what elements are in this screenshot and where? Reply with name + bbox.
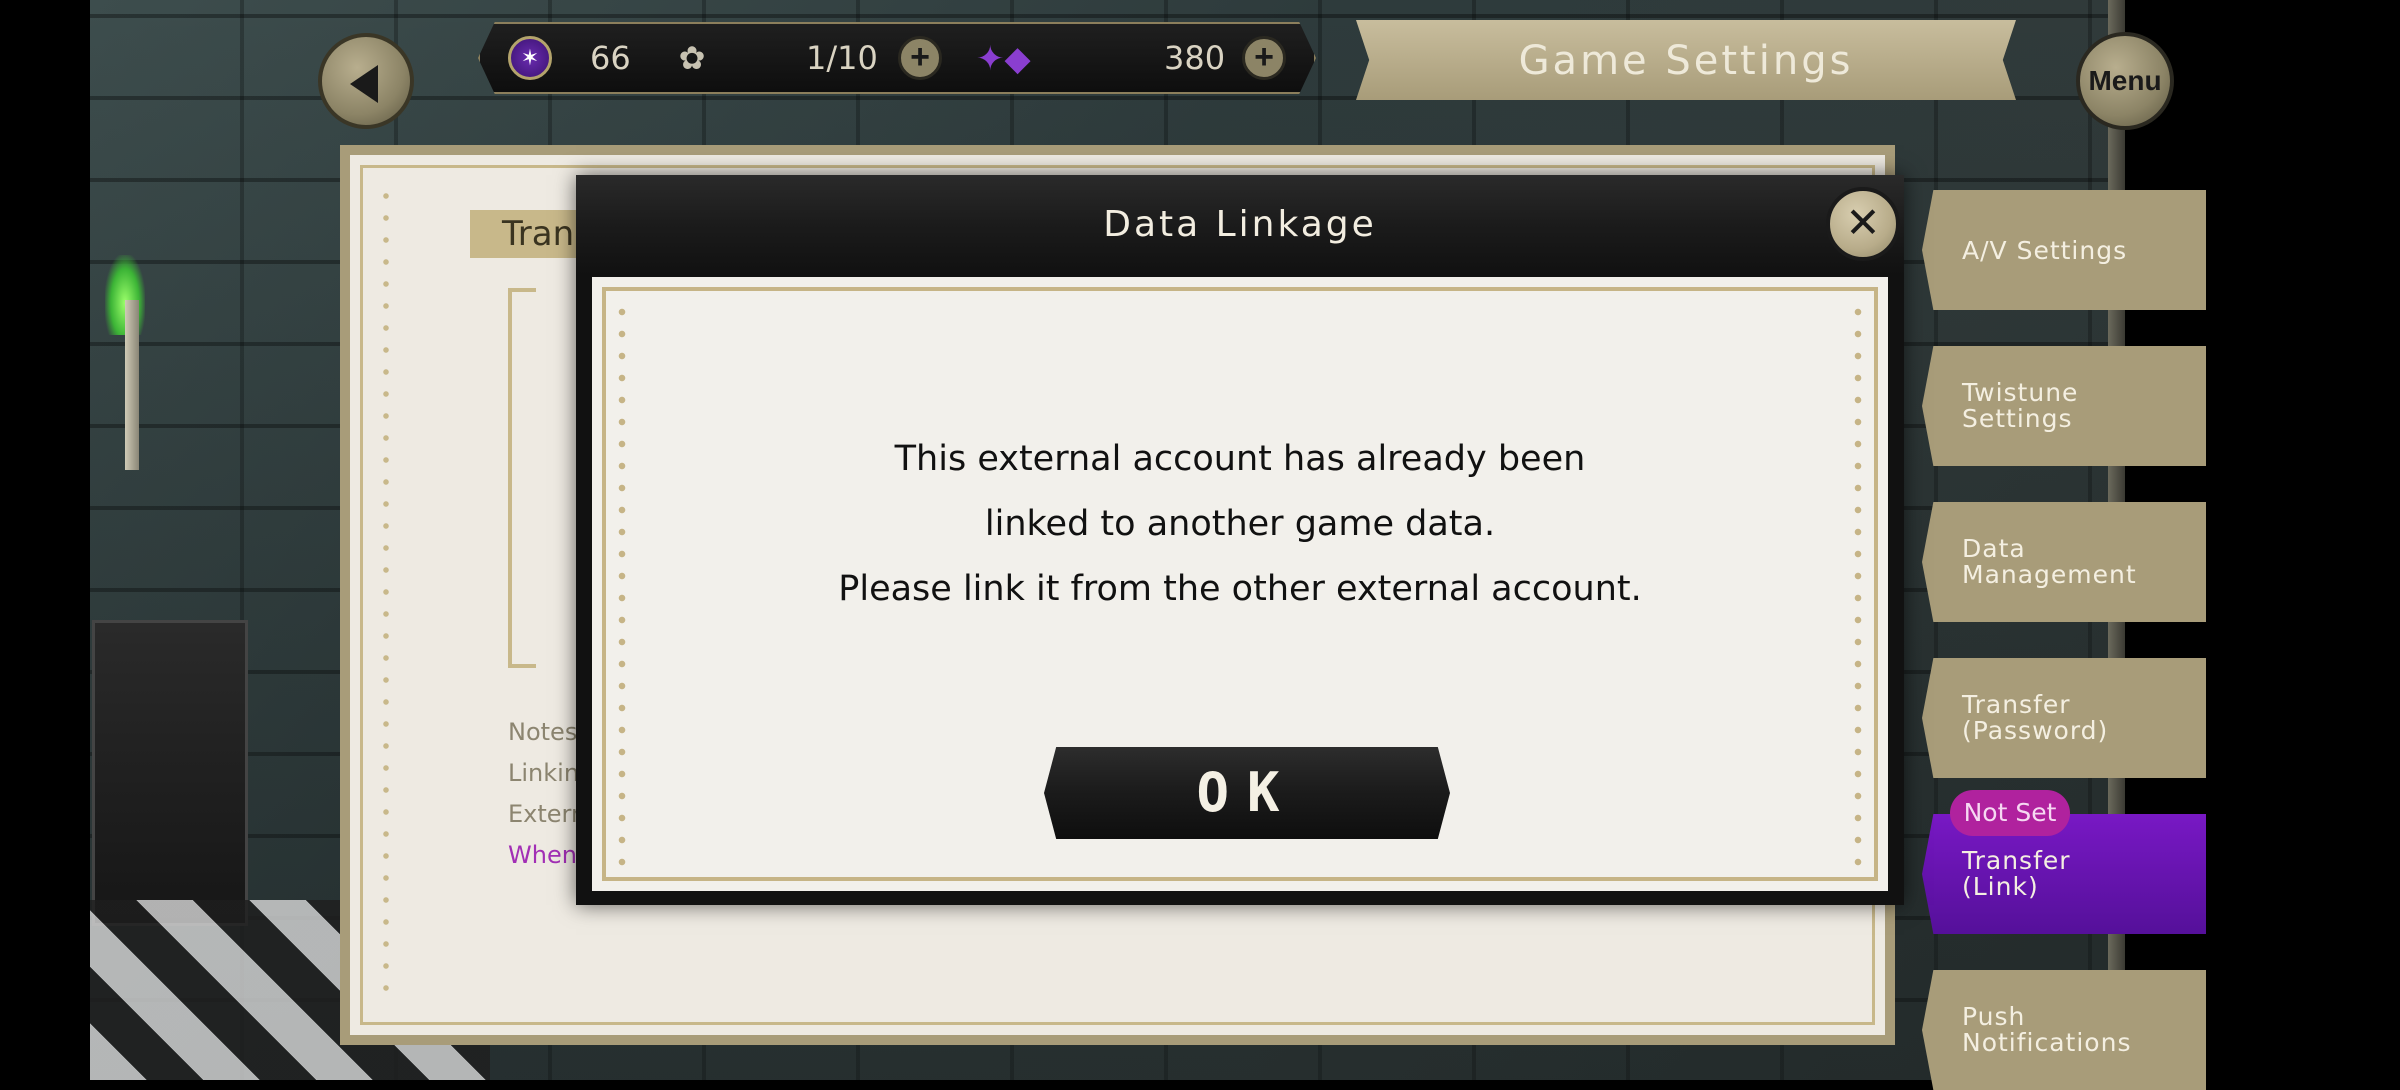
- close-icon: ✕: [1845, 199, 1881, 246]
- data-linkage-dialog: Data Linkage ✕ This external account has…: [576, 175, 1904, 905]
- message-line: Please link it from the other external a…: [838, 569, 1642, 609]
- dialog-dots-right: [1854, 301, 1862, 867]
- close-button[interactable]: ✕: [1826, 187, 1900, 261]
- dialog-message: This external account has already been l…: [692, 427, 1788, 622]
- dialog-title: Data Linkage: [576, 175, 1904, 275]
- dialog-body: This external account has already been l…: [592, 277, 1888, 891]
- ok-button[interactable]: OK: [1044, 747, 1450, 839]
- message-line: linked to another game data.: [984, 504, 1496, 544]
- message-line: This external account has already been: [894, 439, 1586, 479]
- dialog-dots-left: [618, 301, 626, 867]
